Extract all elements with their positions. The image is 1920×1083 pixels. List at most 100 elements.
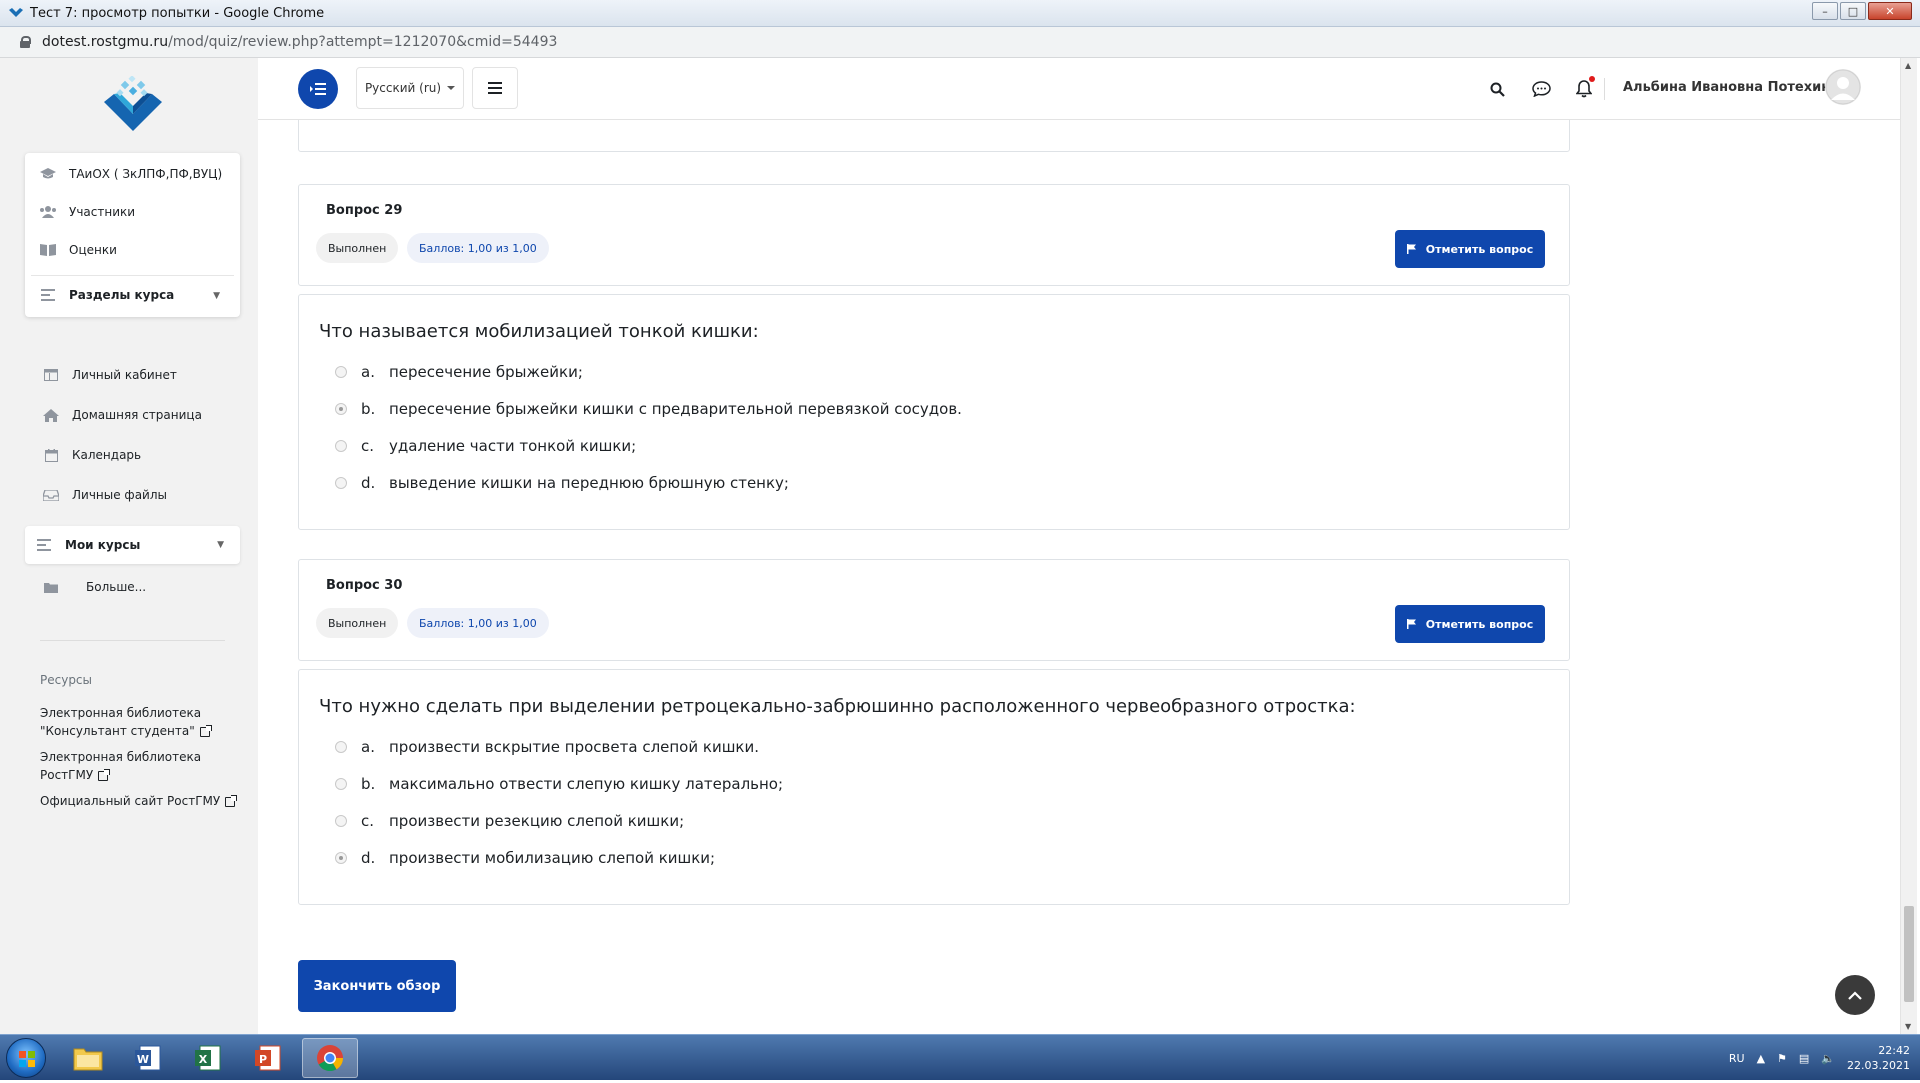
svg-text:W: W — [137, 1053, 149, 1066]
keyboard-language[interactable]: RU — [1729, 1052, 1745, 1065]
window-title: Тест 7: просмотр попытки - Google Chrome — [30, 5, 325, 21]
radio-button[interactable] — [335, 815, 347, 827]
top-navbar: Русский (ru) Альбина Ивановна Потехина — [258, 58, 1900, 120]
answer-option[interactable]: a. произвести вскрытие просвета слепой ки… — [335, 738, 759, 756]
files-icon — [42, 488, 60, 502]
question-grade-badge: Баллов: 1,00 из 1,00 — [407, 608, 549, 638]
url-domain: dotest.rostgmu.ru — [42, 34, 169, 50]
chevron-up-icon — [1848, 990, 1862, 1000]
minimize-button[interactable]: – — [1812, 2, 1838, 20]
resource-link-library[interactable]: Электронная библиотека РостГМУ — [40, 748, 201, 784]
notifications-bell-icon[interactable] — [1573, 76, 1595, 100]
resource-link-official-site[interactable]: Официальный сайт РостГМУ — [40, 792, 238, 810]
list-indent-icon — [310, 83, 326, 95]
chevron-down-icon[interactable]: ▼ — [217, 540, 224, 550]
tray-expand-icon[interactable]: ▲ — [1757, 1052, 1765, 1065]
sidebar-item-participants[interactable]: Участники — [39, 205, 135, 219]
taskbar-explorer[interactable] — [60, 1038, 116, 1078]
maximize-button[interactable]: □ — [1840, 2, 1866, 20]
action-center-icon[interactable]: ⚑ — [1777, 1052, 1787, 1065]
caret-down-icon — [447, 86, 456, 90]
scrollbar-thumb[interactable] — [1904, 906, 1914, 1002]
messages-icon[interactable] — [1530, 78, 1552, 100]
option-text: произвести вскрытие просвета слепой кишк… — [389, 738, 759, 756]
answer-option[interactable]: a. пересечение брыжейки; — [335, 363, 583, 381]
close-window-button[interactable]: ✕ — [1868, 2, 1912, 20]
sidebar-item-calendar[interactable]: Календарь — [42, 448, 141, 462]
sidebar-item-sections[interactable]: Разделы курса — [39, 288, 174, 302]
sidebar-item-dashboard[interactable]: Личный кабинет — [42, 368, 177, 382]
url-path: /mod/quiz/review.php?attempt=1212070&cmi… — [168, 34, 558, 50]
question-number: Вопрос 30 — [326, 578, 403, 593]
home-icon — [42, 408, 60, 422]
word-icon: W — [135, 1045, 161, 1071]
calendar-icon — [42, 448, 60, 462]
question-grade-badge: Баллов: 1,00 из 1,00 — [407, 233, 549, 263]
sidebar-item-private-files[interactable]: Личные файлы — [42, 488, 167, 502]
chrome-icon — [317, 1045, 344, 1072]
language-selector[interactable]: Русский (ru) — [356, 67, 464, 109]
volume-icon[interactable]: 🔈 — [1821, 1052, 1835, 1065]
site-logo-icon[interactable] — [100, 76, 166, 142]
answer-option[interactable]: c. удаление части тонкой кишки; — [335, 437, 636, 455]
question-text-29: Что называется мобилизацией тонкой кишки… — [298, 294, 1570, 530]
sidebar-item-my-courses[interactable]: Мои курсы — [35, 538, 140, 552]
radio-button[interactable] — [335, 440, 347, 452]
dashboard-icon — [42, 368, 60, 382]
radio-button[interactable] — [335, 477, 347, 489]
sidebar-item-course[interactable]: ТАиОХ ( ЗкЛПФ,ПФ,ВУЦ) — [39, 167, 222, 181]
radio-button[interactable] — [335, 778, 347, 790]
system-tray: RU ▲ ⚑ ▤ 🔈 22:42 22.03.2021 — [1729, 1035, 1910, 1081]
start-button[interactable] — [6, 1038, 46, 1078]
taskbar-powerpoint[interactable]: P — [240, 1038, 296, 1078]
sidebar-item-grades[interactable]: Оценки — [39, 243, 117, 257]
system-clock[interactable]: 22:42 22.03.2021 — [1847, 1043, 1910, 1073]
previous-question-card — [298, 120, 1570, 152]
chevron-down-icon[interactable]: ▼ — [213, 291, 220, 301]
avatar[interactable] — [1825, 69, 1861, 105]
radio-button-selected[interactable] — [335, 852, 347, 864]
flag-question-button[interactable]: Отметить вопрос — [1395, 230, 1545, 268]
drawer-toggle-button[interactable] — [298, 69, 338, 109]
answer-option[interactable]: c. произвести резекцию слепой кишки; — [335, 812, 684, 830]
sidebar-item-label: Разделы курса — [69, 288, 175, 302]
answer-option[interactable]: d. произвести мобилизацию слепой кишки; — [335, 849, 715, 867]
option-letter: a. — [361, 363, 375, 381]
sidebar-item-home[interactable]: Домашняя страница — [42, 408, 202, 422]
resource-link-line: Официальный сайт РостГМУ — [40, 794, 221, 808]
sidebar-item-more[interactable]: Больше... — [42, 580, 146, 594]
search-icon[interactable] — [1486, 78, 1508, 100]
window-controls: – □ ✕ — [1812, 2, 1912, 20]
resource-link-consultant[interactable]: Электронная библиотека "Консультант студ… — [40, 704, 212, 740]
answer-option[interactable]: b. пересечение брыжейки кишки с предварит… — [335, 400, 962, 418]
url-text[interactable]: dotest.rostgmu.ru/mod/quiz/review.php?at… — [42, 34, 557, 50]
user-name[interactable]: Альбина Ивановна Потехина — [1623, 80, 1839, 95]
finish-review-button[interactable]: Закончить обзор — [298, 960, 456, 1012]
resource-link-line: РостГМУ — [40, 768, 94, 782]
network-icon[interactable]: ▤ — [1799, 1052, 1809, 1065]
taskbar-word[interactable]: W — [120, 1038, 176, 1078]
my-courses-block[interactable]: Мои курсы ▼ — [25, 526, 240, 564]
answer-option[interactable]: d. выведение кишки на переднюю брюшную ст… — [335, 474, 789, 492]
option-text: произвести резекцию слепой кишки; — [389, 812, 685, 830]
scroll-down-arrow-icon[interactable]: ▼ — [1905, 1022, 1911, 1031]
divider — [40, 640, 225, 641]
excel-icon: X — [195, 1045, 221, 1071]
resource-link-line: "Консультант студента" — [40, 724, 195, 738]
hamburger-icon — [488, 82, 502, 94]
menu-button[interactable] — [472, 67, 518, 109]
address-bar[interactable]: dotest.rostgmu.ru/mod/quiz/review.php?at… — [0, 27, 1920, 58]
radio-button[interactable] — [335, 366, 347, 378]
divider — [1604, 78, 1605, 100]
taskbar-excel[interactable]: X — [180, 1038, 236, 1078]
flag-question-button[interactable]: Отметить вопрос — [1395, 605, 1545, 643]
question-text-30: Что нужно сделать при выделении ретроцек… — [298, 669, 1570, 905]
answer-option[interactable]: b. максимально отвести слепую кишку латер… — [335, 775, 783, 793]
radio-button-selected[interactable] — [335, 403, 347, 415]
scroll-up-arrow-icon[interactable]: ▲ — [1905, 61, 1911, 70]
page-scrollbar[interactable]: ▲ ▼ — [1900, 58, 1917, 1034]
taskbar-chrome[interactable] — [302, 1038, 358, 1078]
radio-button[interactable] — [335, 741, 347, 753]
back-to-top-button[interactable] — [1835, 975, 1875, 1015]
sidebar-item-label: ТАиОХ ( ЗкЛПФ,ПФ,ВУЦ) — [69, 167, 223, 181]
